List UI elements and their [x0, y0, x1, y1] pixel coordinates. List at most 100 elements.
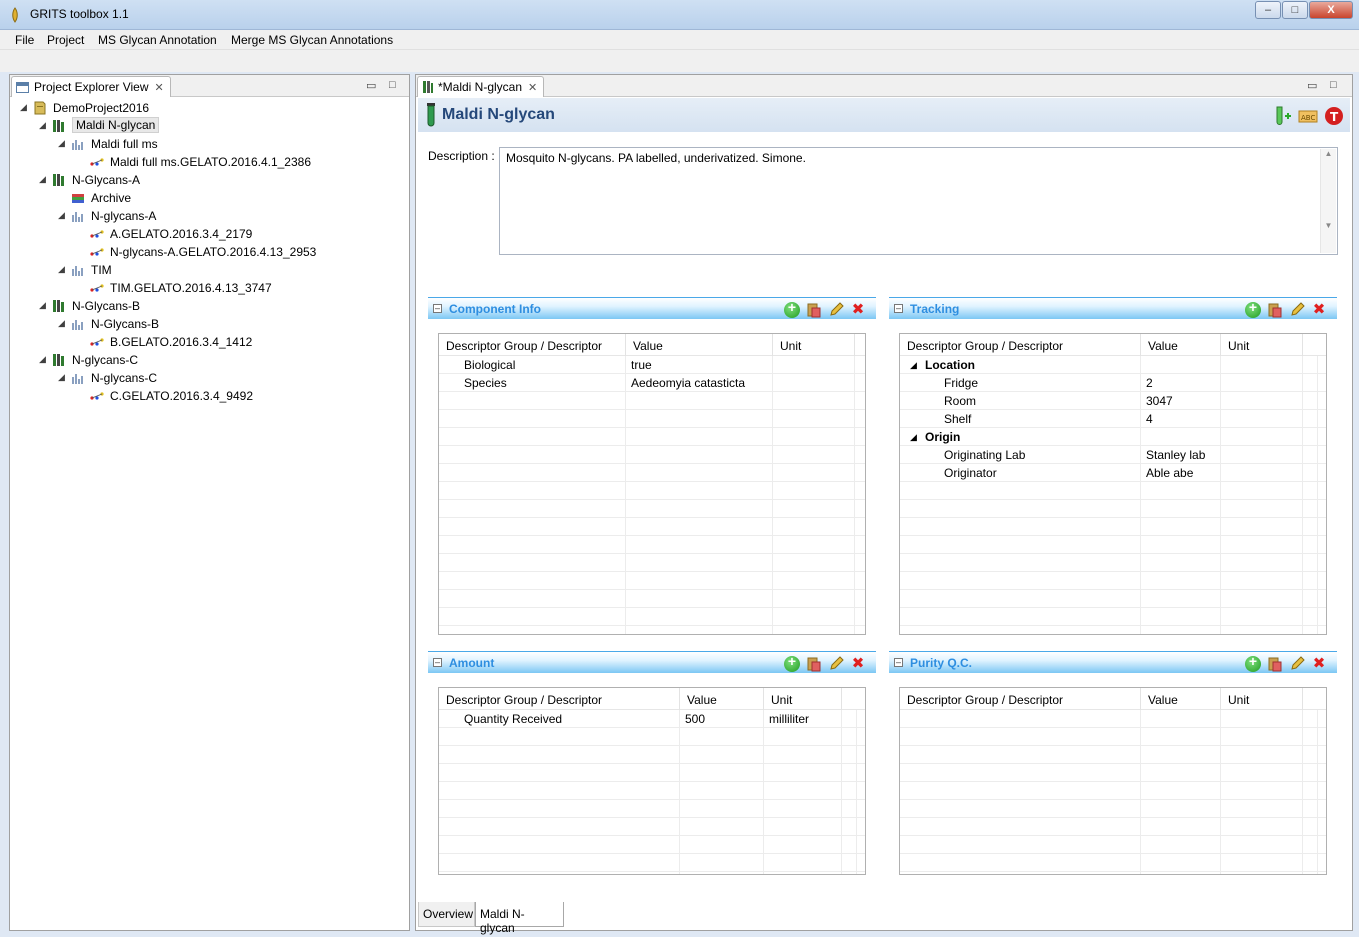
table-row [900, 836, 1326, 854]
column-header-value[interactable]: Value [1141, 688, 1221, 710]
column-header-value[interactable]: Value [626, 334, 773, 356]
collapse-toggle[interactable]: – [894, 304, 903, 313]
column-header-descriptor[interactable]: Descriptor Group / Descriptor [900, 688, 1141, 710]
cell-descriptor: Originator [944, 466, 997, 480]
column-header-descriptor[interactable]: Descriptor Group / Descriptor [900, 334, 1141, 356]
menu-project[interactable]: Project [47, 33, 84, 47]
column-header-descriptor[interactable]: Descriptor Group / Descriptor [439, 334, 626, 356]
collapse-toggle[interactable]: – [433, 658, 442, 667]
table-row [900, 854, 1326, 872]
paste-icon[interactable] [806, 302, 822, 318]
collapse-toggle[interactable]: – [433, 304, 442, 313]
maximize-view-icon[interactable]: □ [389, 79, 396, 91]
table-row [439, 746, 865, 764]
tab-maldi-n-glycan[interactable]: *Maldi N-glycan ✕ [417, 76, 545, 97]
table-row[interactable]: Shelf 4 [900, 410, 1326, 428]
table-row [900, 764, 1326, 782]
description-scrollbar[interactable]: ▲ ▼ [1320, 149, 1336, 253]
edit-icon[interactable] [1289, 656, 1305, 672]
close-tab-icon[interactable]: ✕ [155, 82, 164, 94]
maximize-button[interactable]: □ [1282, 1, 1308, 19]
expand-arrow-icon[interactable]: ◢ [20, 102, 30, 113]
table-row[interactable]: Originator Able abe [900, 464, 1326, 482]
expand-arrow-icon[interactable]: ◢ [58, 318, 68, 329]
tree-item-label: N-glycans-A [91, 209, 157, 223]
paste-icon[interactable] [806, 656, 822, 672]
maximize-editor-icon[interactable]: □ [1330, 79, 1337, 91]
column-header-value[interactable]: Value [680, 688, 764, 710]
table-row[interactable]: Fridge 2 [900, 374, 1326, 392]
minimize-view-icon[interactable]: ▭ [366, 79, 376, 92]
cell-unit[interactable]: milliliter [769, 712, 809, 726]
expand-arrow-icon[interactable]: ◢ [910, 360, 917, 371]
expand-arrow-icon[interactable]: ◢ [58, 210, 68, 221]
expand-arrow-icon[interactable]: ◢ [58, 264, 68, 275]
tab-overview[interactable]: Overview [418, 902, 475, 927]
table-row[interactable]: Species Aedeomyia catasticta [439, 374, 865, 392]
cell-value[interactable]: 500 [685, 712, 705, 726]
collapse-toggle[interactable]: – [894, 658, 903, 667]
tree-item-label: N-Glycans-A [72, 173, 141, 187]
tab-maldi-n-glycan-page[interactable]: Maldi N-glycan [475, 902, 564, 935]
delete-icon[interactable]: ✖ [1311, 656, 1327, 672]
delete-icon[interactable]: ✖ [1311, 302, 1327, 318]
edit-icon[interactable] [828, 656, 844, 672]
tab-project-explorer[interactable]: Project Explorer View ✕ [11, 76, 171, 97]
svg-text:T: T [1330, 110, 1339, 124]
expand-arrow-icon[interactable]: ◢ [39, 120, 49, 131]
column-header-value[interactable]: Value [1141, 334, 1221, 356]
expand-arrow-icon[interactable]: ◢ [39, 300, 49, 311]
paste-icon[interactable] [1267, 302, 1283, 318]
close-tab-icon[interactable]: ✕ [528, 82, 537, 94]
paste-icon[interactable] [1267, 656, 1283, 672]
minimize-button[interactable]: – [1255, 1, 1281, 19]
delete-icon[interactable]: ✖ [850, 656, 866, 672]
expand-arrow-icon[interactable]: ◢ [58, 138, 68, 149]
column-header-unit[interactable]: Unit [764, 688, 842, 710]
menu-file[interactable]: File [15, 33, 34, 47]
minimize-editor-icon[interactable]: ▭ [1307, 79, 1317, 92]
delete-icon[interactable]: ✖ [850, 302, 866, 318]
add-icon[interactable] [784, 299, 800, 318]
cell-value[interactable]: 4 [1146, 412, 1153, 426]
table-row[interactable]: Biological true [439, 356, 865, 374]
column-header-descriptor[interactable]: Descriptor Group / Descriptor [439, 688, 680, 710]
column-header-unit[interactable]: Unit [1221, 688, 1303, 710]
edit-icon[interactable] [828, 302, 844, 318]
column-header-unit[interactable]: Unit [1221, 334, 1303, 356]
template-icon[interactable]: T [1324, 106, 1344, 126]
spellcheck-icon[interactable]: ABC [1298, 106, 1318, 126]
menu-merge-ms-glycan-annotations[interactable]: Merge MS Glycan Annotations [231, 33, 393, 47]
table-header: Descriptor Group / Descriptor Value Unit [439, 334, 865, 356]
menu-ms-glycan-annotation[interactable]: MS Glycan Annotation [98, 33, 217, 47]
cell-value[interactable]: 2 [1146, 376, 1153, 390]
table-row[interactable]: ◢ Location [900, 356, 1326, 374]
expand-arrow-icon[interactable]: ◢ [39, 174, 49, 185]
section-header: – Purity Q.C. ✖ [889, 651, 1337, 673]
cell-value[interactable]: true [631, 358, 652, 372]
table-row[interactable]: ◢ Origin [900, 428, 1326, 446]
table-row [900, 554, 1326, 572]
table-row[interactable]: Room 3047 [900, 392, 1326, 410]
table-row[interactable]: Originating Lab Stanley lab [900, 446, 1326, 464]
description-field[interactable]: Mosquito N-glycans. PA labelled, underiv… [499, 147, 1338, 255]
add-sample-icon[interactable] [1274, 106, 1292, 126]
window-title: GRITS toolbox 1.1 [30, 7, 129, 21]
expand-arrow-icon[interactable]: ◢ [58, 372, 68, 383]
edit-icon[interactable] [1289, 302, 1305, 318]
expand-arrow-icon[interactable]: ◢ [910, 432, 917, 443]
section-header: – Component Info ✖ [428, 297, 876, 319]
add-icon[interactable] [784, 653, 800, 672]
description-text: Mosquito N-glycans. PA labelled, underiv… [506, 151, 806, 165]
expand-arrow-icon[interactable]: ◢ [39, 354, 49, 365]
close-window-button[interactable]: X [1309, 1, 1353, 19]
cell-value[interactable]: Stanley lab [1146, 448, 1205, 462]
column-header-unit[interactable]: Unit [773, 334, 855, 356]
cell-value[interactable]: Able abe [1146, 466, 1193, 480]
table-row[interactable]: Quantity Received 500 milliliter [439, 710, 865, 728]
cell-value[interactable]: Aedeomyia catasticta [631, 376, 745, 390]
add-icon[interactable] [1245, 299, 1261, 318]
cell-value[interactable]: 3047 [1146, 394, 1173, 408]
add-icon[interactable] [1245, 653, 1261, 672]
tree-item-label: TIM [91, 263, 112, 277]
